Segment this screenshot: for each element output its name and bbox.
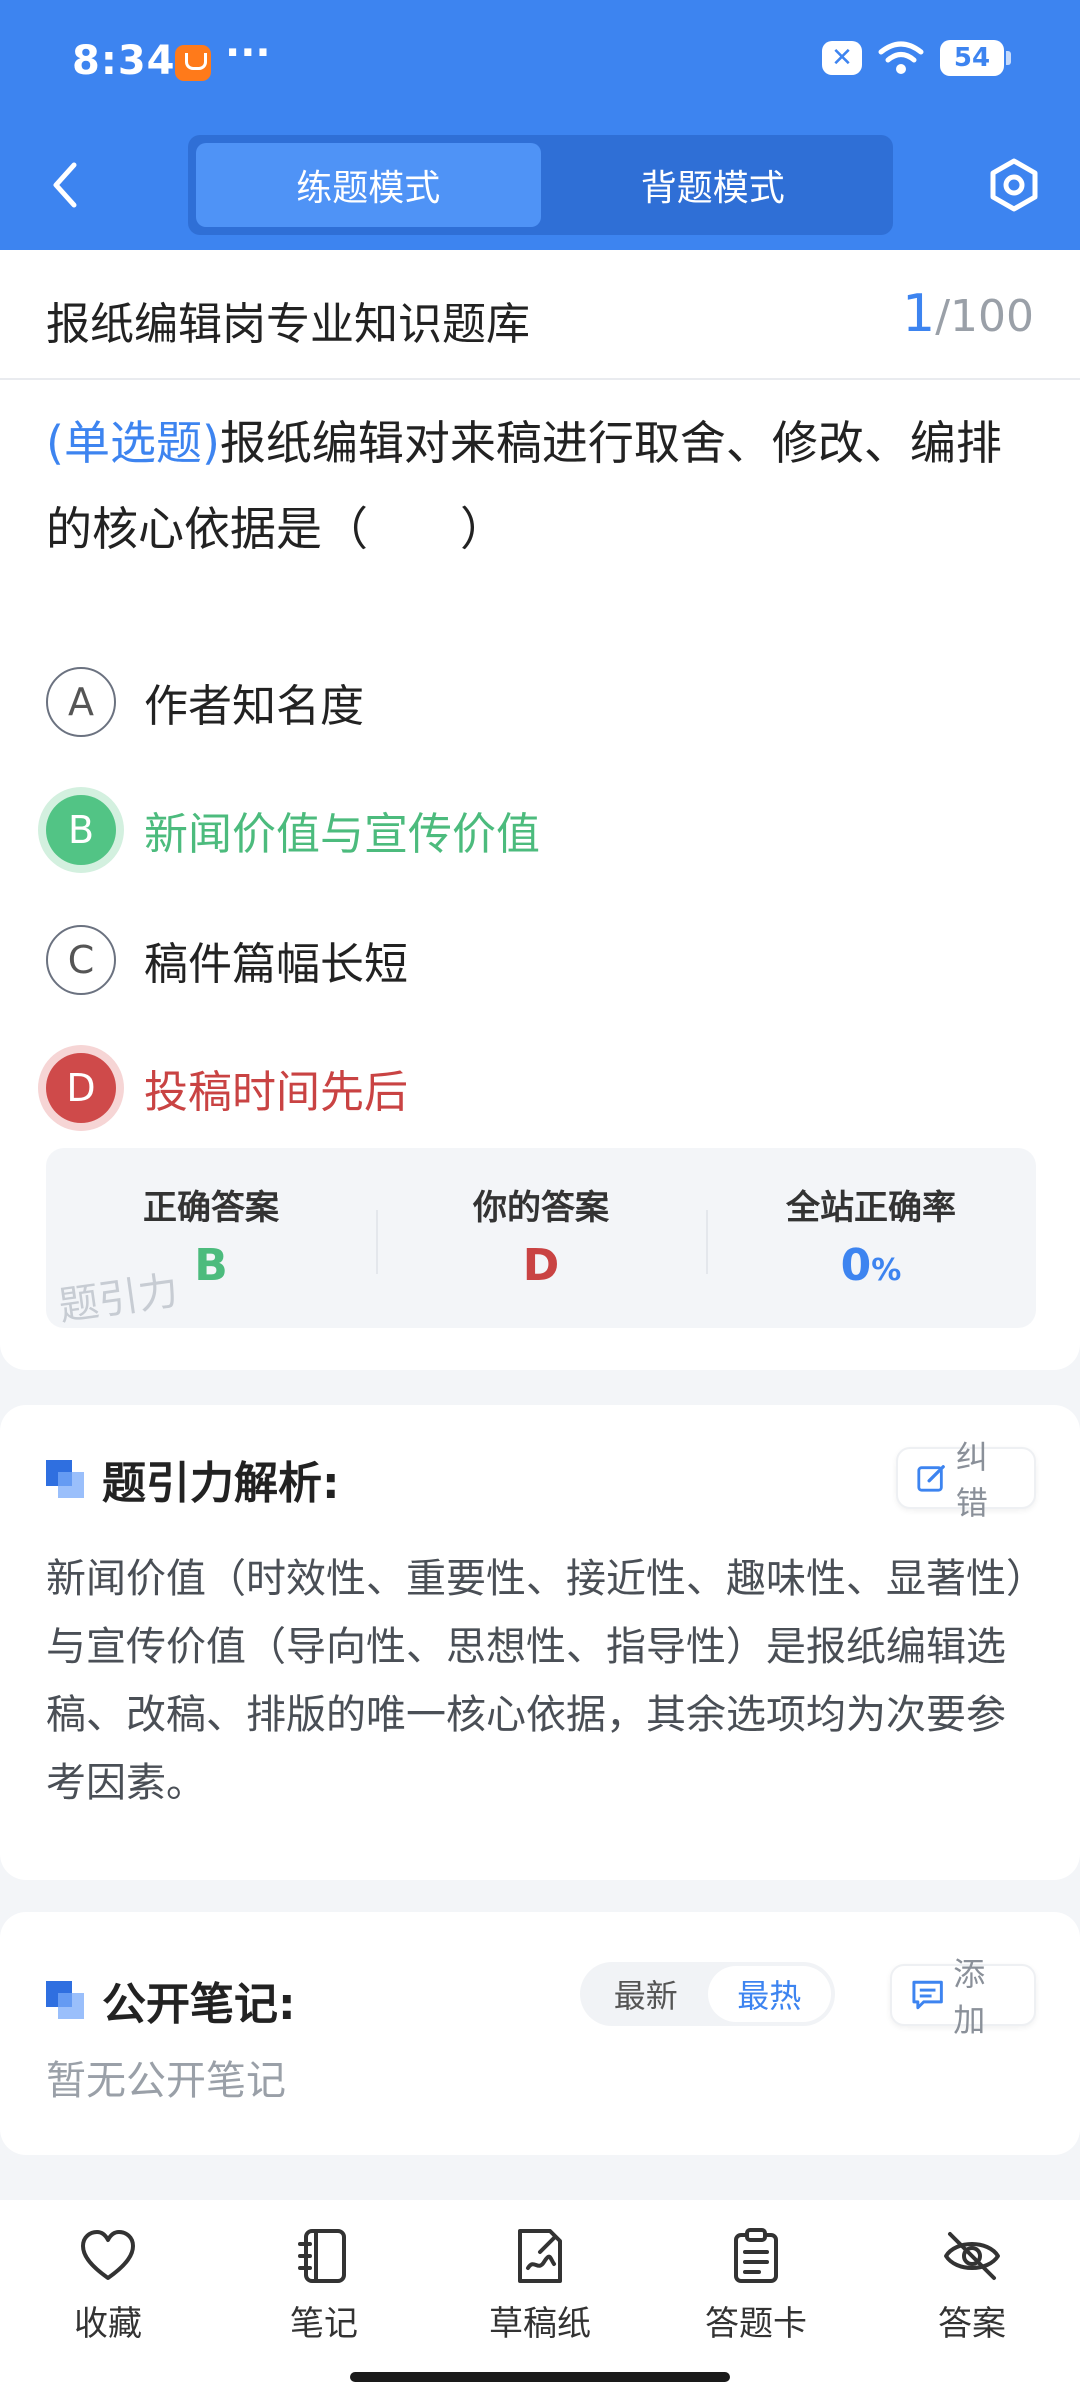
analysis-header: 题引力解析: xyxy=(46,1447,340,1511)
correct-answer-column: 正确答案 B 题引力 xyxy=(46,1148,376,1328)
answer-card-label: 答题卡 xyxy=(705,2304,807,2344)
empty-notes-text: 暂无公开笔记 xyxy=(46,2058,286,2104)
draft-paper-button[interactable]: 草稿纸 xyxy=(460,2228,620,2358)
your-answer-label: 你的答案 xyxy=(473,1188,609,1228)
sort-hottest[interactable]: 最热 xyxy=(707,1966,831,2022)
edit-icon xyxy=(917,1465,945,1492)
status-indicators: ✕ 54 xyxy=(822,40,1011,76)
mode-switch: 练题模式 背题模式 xyxy=(188,135,893,235)
bottom-toolbar: 收藏 笔记 草稿纸 答题卡 答案 xyxy=(0,2200,1080,2400)
favorite-label: 收藏 xyxy=(74,2304,142,2344)
question-card: 报纸编辑岗专业知识题库 1/100 (单选题)报纸编辑对来稿进行取舍、修改、编排… xyxy=(0,250,1080,1370)
option-a[interactable]: A 作者知名度 xyxy=(46,662,996,742)
report-error-button[interactable]: 纠错 xyxy=(896,1438,1036,1522)
home-indicator[interactable] xyxy=(350,2372,730,2382)
analysis-card: 题引力解析: 纠错 新闻价值（时效性、重要性、接近性、趣味性、显著性）与宣传价值… xyxy=(0,1405,1080,1880)
show-answer-button[interactable]: 答案 xyxy=(892,2228,1052,2358)
option-b[interactable]: B 新闻价值与宣传价值 xyxy=(46,790,996,870)
question-bank-bar: 报纸编辑岗专业知识题库 1/100 xyxy=(0,250,1080,380)
option-text: 投稿时间先后 xyxy=(144,1067,408,1118)
option-letter: C xyxy=(46,925,116,995)
option-text: 稿件篇幅长短 xyxy=(144,939,408,990)
sort-latest[interactable]: 最新 xyxy=(584,1966,708,2022)
tab-practice-mode[interactable]: 练题模式 xyxy=(196,143,541,227)
app-root: 8:34 ··· ✕ 54 练题模式 背题模式 报纸编辑岗专业知识题库 1/10… xyxy=(0,0,1080,2400)
eye-off-icon xyxy=(944,2232,1000,2280)
question-progress: 1/100 xyxy=(902,284,1034,344)
question-stem: (单选题)报纸编辑对来稿进行取舍、修改、编排的核心依据是（ ） xyxy=(46,400,1036,572)
accuracy-rate-column: 全站正确率 0% xyxy=(706,1148,1036,1328)
status-more-dots: ··· xyxy=(225,30,271,76)
status-time: 8:34 xyxy=(72,38,176,84)
status-bar: 8:34 ··· ✕ 54 xyxy=(0,0,1080,125)
accuracy-rate-number: 0 xyxy=(840,1240,872,1291)
heart-icon xyxy=(81,2230,135,2280)
option-text: 新闻价值与宣传价值 xyxy=(144,809,540,860)
option-letter: D xyxy=(46,1053,116,1123)
option-letter: B xyxy=(46,795,116,865)
notebook-icon xyxy=(298,2229,346,2283)
question-type: (单选题) xyxy=(46,416,220,470)
option-letter: A xyxy=(46,667,116,737)
your-answer-value: D xyxy=(522,1240,560,1291)
correct-answer-label: 正确答案 xyxy=(143,1188,279,1228)
section-squares-icon xyxy=(46,1981,84,2019)
option-text: 作者知名度 xyxy=(144,681,364,732)
accuracy-rate-unit: % xyxy=(871,1253,902,1288)
notes-button[interactable]: 笔记 xyxy=(244,2228,404,2358)
report-error-label: 纠错 xyxy=(955,1438,988,1522)
option-c[interactable]: C 稿件篇幅长短 xyxy=(46,920,996,1000)
current-question-number: 1 xyxy=(902,284,936,344)
add-note-label: 添加 xyxy=(953,1955,986,2039)
public-notes-card: 公开笔记: 最新 最热 添加 暂无公开笔记 xyxy=(0,1912,1080,2155)
answer-summary: 正确答案 B 题引力 你的答案 D 全站正确率 0% xyxy=(46,1148,1036,1328)
notes-title: 公开笔记: xyxy=(102,1979,296,2030)
your-answer-column: 你的答案 D xyxy=(376,1148,706,1328)
tab-memorize-mode[interactable]: 背题模式 xyxy=(541,143,886,227)
total-questions: /100 xyxy=(935,291,1034,342)
draft-paper-label: 草稿纸 xyxy=(489,2304,591,2344)
draft-paper-icon xyxy=(518,2229,562,2283)
answer-card-button[interactable]: 答题卡 xyxy=(676,2228,836,2358)
analysis-text: 新闻价值（时效性、重要性、接近性、趣味性、显著性）与宣传价值（导向性、思想性、指… xyxy=(46,1556,1026,1806)
bank-title: 报纸编辑岗专业知识题库 xyxy=(46,299,530,350)
show-answer-label: 答案 xyxy=(938,2304,1006,2344)
accuracy-rate-label: 全站正确率 xyxy=(786,1188,956,1228)
wifi-icon xyxy=(878,41,924,74)
top-header: 8:34 ··· ✕ 54 练题模式 背题模式 xyxy=(0,0,1080,250)
battery-icon: 54 xyxy=(940,40,1011,76)
comment-icon xyxy=(912,1980,943,2010)
analysis-title: 题引力解析: xyxy=(102,1458,340,1509)
section-squares-icon xyxy=(46,1460,84,1498)
answer-card-icon xyxy=(734,2228,778,2283)
close-notification-icon: ✕ xyxy=(822,41,862,75)
back-arrow-icon[interactable] xyxy=(40,155,90,215)
notes-label: 笔记 xyxy=(290,2304,358,2344)
favorite-button[interactable]: 收藏 xyxy=(28,2228,188,2358)
option-d[interactable]: D 投稿时间先后 xyxy=(46,1048,996,1128)
settings-hexagon-icon[interactable] xyxy=(984,155,1044,215)
notification-app-icon xyxy=(175,45,211,81)
accuracy-rate-value: 0% xyxy=(706,1240,1036,1291)
notes-header: 公开笔记: xyxy=(46,1968,296,2032)
notes-sort-toggle: 最新 最热 xyxy=(580,1962,835,2026)
add-note-button[interactable]: 添加 xyxy=(890,1955,1036,2039)
